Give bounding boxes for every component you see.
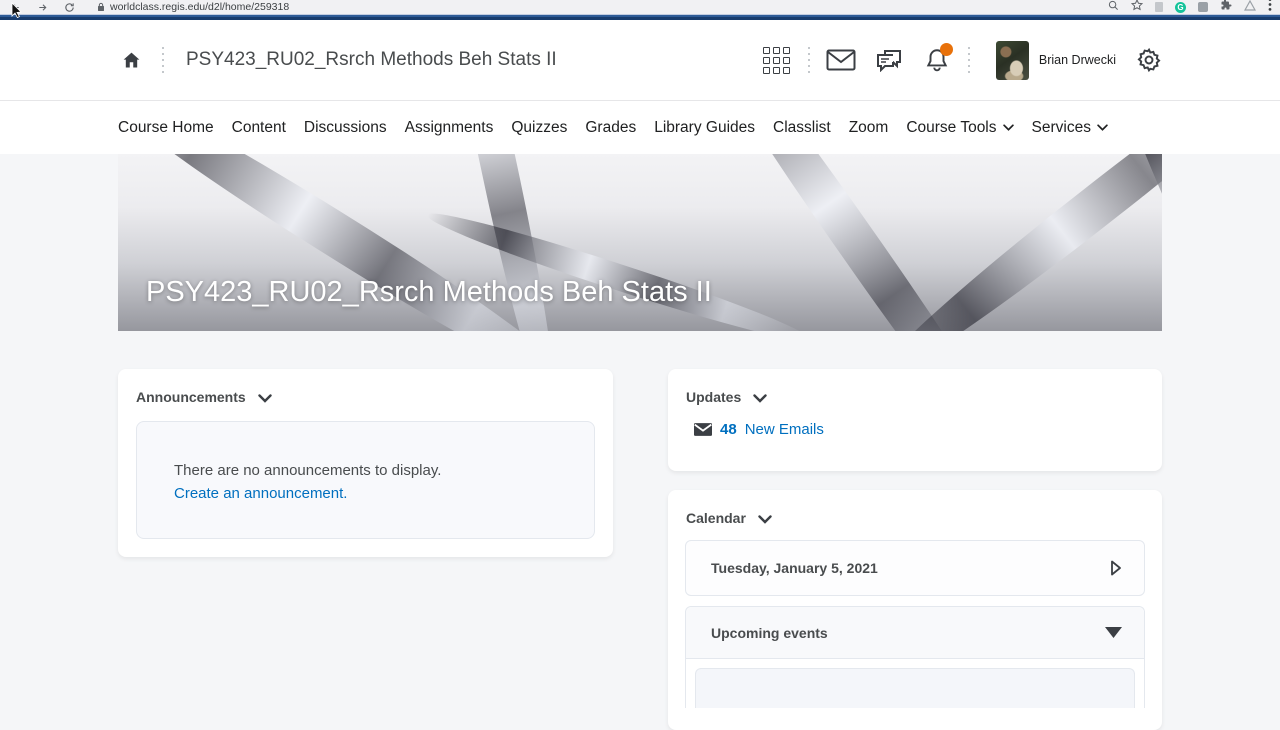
course-banner: PSY423_RU02_Rsrch Methods Beh Stats II — [118, 154, 1162, 331]
browser-forward-button[interactable] — [37, 2, 48, 13]
nav-course-tools[interactable]: Course Tools — [906, 119, 1014, 137]
chat-button[interactable] — [870, 41, 908, 79]
chevron-down-icon[interactable] — [257, 393, 272, 403]
email-count-label: New Emails — [744, 421, 824, 438]
calendar-date: Tuesday, January 5, 2021 — [711, 560, 878, 576]
nav-content[interactable]: Content — [232, 119, 286, 137]
browser-toolbar: worldclass.regis.edu/d2l/home/259318 G — [0, 0, 1280, 14]
lock-icon — [98, 2, 104, 11]
nav-course-home[interactable]: Course Home — [118, 119, 214, 137]
email-icon — [826, 49, 856, 71]
chevron-down-icon — [1097, 124, 1108, 131]
browser-reload-button[interactable] — [64, 2, 75, 13]
header-divider — [162, 47, 164, 73]
upcoming-events-empty-box — [695, 668, 1135, 708]
email-count: 48 — [720, 421, 737, 438]
updates-title[interactable]: Updates — [686, 389, 741, 405]
triangle-down-icon[interactable] — [1105, 627, 1122, 638]
mouse-cursor — [11, 2, 22, 18]
upcoming-events-section: Upcoming events — [685, 606, 1145, 708]
chevron-down-icon[interactable] — [753, 393, 767, 403]
nav-zoom[interactable]: Zoom — [849, 119, 889, 137]
user-avatar[interactable] — [995, 40, 1029, 80]
chevron-down-icon — [1002, 124, 1014, 131]
address-bar[interactable]: worldclass.regis.edu/d2l/home/259318 — [97, 1, 289, 13]
user-name[interactable]: Brian Drwecki — [1039, 53, 1116, 67]
app-switcher-button[interactable] — [758, 41, 796, 79]
grammarly-extension-icon[interactable]: G — [1175, 1, 1186, 13]
extension-page-icon[interactable] — [1155, 2, 1163, 12]
updates-widget: Updates 48 New Emails — [668, 369, 1162, 471]
notification-badge-dot — [939, 43, 953, 56]
calendar-title[interactable]: Calendar — [686, 510, 746, 526]
chat-icon — [876, 50, 901, 72]
course-navbar: Course Home Content Discussions Assignme… — [0, 101, 1280, 154]
announcements-empty-message: There are no announcements to display. — [174, 462, 442, 479]
app-header: PSY423_RU02_Rsrch Methods Beh Stats II B… — [0, 20, 1280, 101]
settings-button[interactable] — [1130, 41, 1168, 79]
nav-grades[interactable]: Grades — [585, 119, 636, 137]
header-divider — [967, 47, 970, 73]
header-course-title: PSY423_RU02_Rsrch Methods Beh Stats II — [186, 49, 557, 70]
extension-box-icon[interactable] — [1198, 2, 1208, 12]
announcements-widget: Announcements There are no announcements… — [118, 369, 613, 557]
create-announcement-link[interactable]: Create an announcement. — [174, 485, 347, 502]
nav-services[interactable]: Services — [1032, 119, 1108, 137]
nav-assignments[interactable]: Assignments — [405, 119, 494, 137]
play-next-icon[interactable] — [1110, 560, 1122, 576]
announcements-title[interactable]: Announcements — [136, 389, 246, 405]
banner-course-title: PSY423_RU02_Rsrch Methods Beh Stats II — [146, 276, 712, 308]
notifications-button[interactable] — [918, 41, 956, 79]
gear-icon — [1137, 47, 1161, 73]
calendar-widget: Calendar Tuesday, January 5, 2021 Upcomi… — [668, 490, 1162, 730]
nav-discussions[interactable]: Discussions — [304, 119, 387, 137]
upcoming-events-header[interactable]: Upcoming events — [686, 607, 1144, 659]
chevron-down-icon[interactable] — [758, 514, 772, 524]
email-button[interactable] — [822, 41, 860, 79]
nav-classlist[interactable]: Classlist — [773, 119, 831, 137]
nav-library-guides[interactable]: Library Guides — [654, 119, 755, 137]
grid-icon — [763, 46, 791, 74]
new-emails-link[interactable]: 48 New Emails — [694, 421, 1162, 438]
header-divider — [807, 47, 810, 73]
url-text: worldclass.regis.edu/d2l/home/259318 — [110, 1, 290, 13]
upcoming-events-title: Upcoming events — [711, 624, 828, 641]
nav-quizzes[interactable]: Quizzes — [511, 119, 567, 137]
email-filled-icon — [694, 423, 712, 436]
home-icon — [123, 52, 139, 67]
home-button[interactable] — [112, 41, 150, 79]
announcements-empty-box: There are no announcements to display. C… — [136, 421, 595, 539]
calendar-date-row[interactable]: Tuesday, January 5, 2021 — [685, 540, 1145, 596]
